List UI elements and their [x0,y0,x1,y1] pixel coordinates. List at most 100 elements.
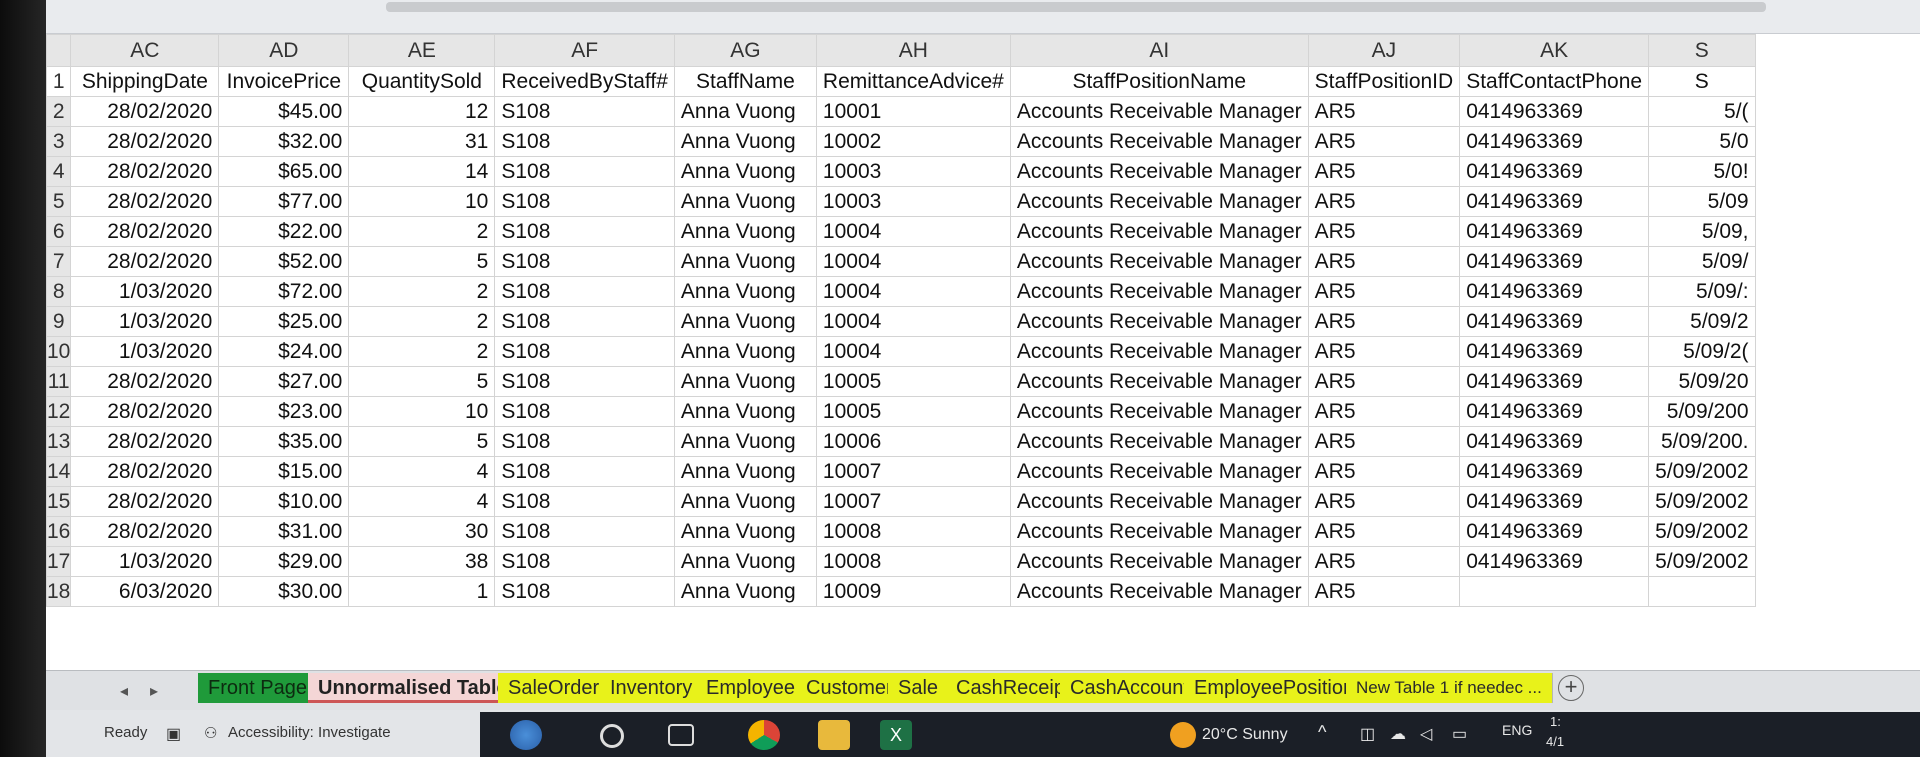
row-number[interactable]: 10 [46,336,72,367]
row-number[interactable]: 5 [46,186,72,217]
cell-phone[interactable]: 0414963369 [1459,216,1650,247]
cell-extra[interactable]: 5/09/200 [1648,396,1756,427]
header-cell[interactable]: StaffPositionID [1307,66,1461,97]
accessibility-icon[interactable]: ⚇ [204,724,217,742]
cell-pid[interactable]: AR5 [1307,426,1461,457]
cell-name[interactable]: Anna Vuong [673,486,817,517]
prev-sheet-button[interactable]: ◂ [120,681,128,701]
weather-text[interactable]: 20°C Sunny [1202,726,1288,744]
cell-date[interactable]: 1/03/2020 [70,306,220,337]
cell-pid[interactable]: AR5 [1307,546,1461,577]
cell-phone[interactable]: 0414963369 [1459,186,1650,217]
cell-qty[interactable]: 1 [348,576,496,607]
cell-phone[interactable]: 0414963369 [1459,126,1650,157]
cell-pos[interactable]: Accounts Receivable Manager [1009,576,1309,607]
cell-name[interactable]: Anna Vuong [673,546,817,577]
row-number[interactable]: 17 [46,546,72,577]
tab-saleorder[interactable]: SaleOrder [498,673,611,703]
header-cell[interactable]: StaffName [673,66,817,97]
spreadsheet-grid[interactable]: AC AD AE AF AG AH AI AJ AK S 1 ShippingDate Invoice… [46,34,1920,670]
cell-price[interactable]: $27.00 [218,366,350,397]
cell-pid[interactable]: AR5 [1307,246,1461,277]
task-view-icon[interactable] [668,724,694,746]
cell-ra[interactable]: 10008 [815,516,1011,547]
cell-extra[interactable]: 5/0 [1648,126,1756,157]
cell-price[interactable]: $65.00 [218,156,350,187]
cell-name[interactable]: Anna Vuong [673,186,817,217]
cell-ra[interactable]: 10009 [815,576,1011,607]
cloud-icon[interactable]: ☁ [1390,724,1406,744]
row-number[interactable]: 16 [46,516,72,547]
cell-phone[interactable] [1459,576,1650,607]
cell-name[interactable]: Anna Vuong [673,246,817,277]
cell-date[interactable]: 28/02/2020 [70,216,220,247]
cell-pos[interactable]: Accounts Receivable Manager [1009,186,1309,217]
widgets-icon[interactable] [510,720,542,750]
cell-ra[interactable]: 10004 [815,246,1011,277]
chevron-up-icon[interactable]: ^ [1318,722,1326,743]
scroll-thumb[interactable] [386,2,1766,12]
cell-extra[interactable]: 5/09, [1648,216,1756,247]
tab-cashaccount[interactable]: CashAccount [1060,673,1200,703]
cell-pos[interactable]: Accounts Receivable Manager [1009,426,1309,457]
header-cell[interactable]: StaffContactPhone [1459,66,1650,97]
cell-staff[interactable]: S108 [494,396,675,427]
cell-price[interactable]: $31.00 [218,516,350,547]
cell-date[interactable]: 28/02/2020 [70,126,220,157]
cell-qty[interactable]: 5 [348,366,496,397]
cell-qty[interactable]: 14 [348,156,496,187]
cell-phone[interactable]: 0414963369 [1459,426,1650,457]
accessibility-status[interactable]: Accessibility: Investigate [228,724,391,741]
cell-ra[interactable]: 10007 [815,456,1011,487]
cell-name[interactable]: Anna Vuong [673,426,817,457]
cell-name[interactable]: Anna Vuong [673,216,817,247]
cell-extra[interactable]: 5/09/ [1648,246,1756,277]
cell-phone[interactable]: 0414963369 [1459,156,1650,187]
cell-pos[interactable]: Accounts Receivable Manager [1009,486,1309,517]
cell-pid[interactable]: AR5 [1307,216,1461,247]
cell-qty[interactable]: 30 [348,516,496,547]
row-number[interactable]: 3 [46,126,72,157]
cell-pos[interactable]: Accounts Receivable Manager [1009,336,1309,367]
cell-staff[interactable]: S108 [494,276,675,307]
header-cell[interactable]: QuantitySold [348,66,496,97]
cell-ra[interactable]: 10008 [815,546,1011,577]
row-number[interactable]: 12 [46,396,72,427]
chrome-icon[interactable] [748,720,780,750]
cell-name[interactable]: Anna Vuong [673,456,817,487]
cell-date[interactable]: 28/02/2020 [70,96,220,127]
header-cell[interactable]: ShippingDate [70,66,220,97]
row-number[interactable]: 15 [46,486,72,517]
cell-extra[interactable]: 5/09 [1648,186,1756,217]
cell-extra[interactable]: 5/09/2002 [1648,486,1756,517]
cell-pos[interactable]: Accounts Receivable Manager [1009,546,1309,577]
cell-pid[interactable]: AR5 [1307,486,1461,517]
cell-extra[interactable]: 5/09/2( [1648,336,1756,367]
cell-date[interactable]: 1/03/2020 [70,276,220,307]
clock-time[interactable]: 1: [1550,714,1561,729]
cell-date[interactable]: 28/02/2020 [70,246,220,277]
search-icon[interactable] [600,724,624,748]
cell-pos[interactable]: Accounts Receivable Manager [1009,306,1309,337]
cell-staff[interactable]: S108 [494,366,675,397]
cell-staff[interactable]: S108 [494,246,675,277]
cell-price[interactable]: $29.00 [218,546,350,577]
cell-pos[interactable]: Accounts Receivable Manager [1009,216,1309,247]
cell-pid[interactable]: AR5 [1307,276,1461,307]
row-number[interactable]: 6 [46,216,72,247]
cell-qty[interactable]: 2 [348,276,496,307]
cell-pid[interactable]: AR5 [1307,516,1461,547]
cell-qty[interactable]: 10 [348,186,496,217]
column-header[interactable]: AC [70,34,220,67]
row-number[interactable]: 18 [46,576,72,607]
row-number[interactable]: 13 [46,426,72,457]
cell-date[interactable]: 28/02/2020 [70,186,220,217]
cell-staff[interactable]: S108 [494,426,675,457]
cell-staff[interactable]: S108 [494,456,675,487]
header-cell[interactable]: RemittanceAdvice# [815,66,1011,97]
cell-extra[interactable]: 5/09/: [1648,276,1756,307]
cell-name[interactable]: Anna Vuong [673,156,817,187]
cell-name[interactable]: Anna Vuong [673,576,817,607]
tab-front-page[interactable]: Front Page [198,673,318,703]
cell-phone[interactable]: 0414963369 [1459,96,1650,127]
